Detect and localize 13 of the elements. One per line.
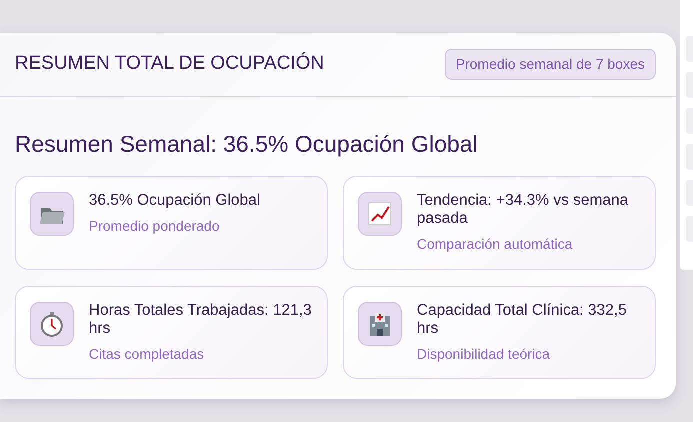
stat-title: Horas Totales Trabajadas: 121,3 hrs [89,302,313,338]
stat-title: Capacidad Total Clínica: 332,5 hrs [417,302,628,338]
stat-subtitle: Promedio ponderado [89,216,221,236]
info-badge: Promedio semanal de 7 boxes [444,49,656,80]
stat-title: Tendencia: +34.3% vs semana pasada [417,192,630,228]
stopwatch-icon [38,310,66,338]
card-title: RESUMEN TOTAL DE OCUPACIÓN [15,52,324,76]
stat-subtitle: Comparación automática [417,234,574,254]
stat-title: 36.5% Ocupación Global [89,192,260,210]
summary-heading: Resumen Semanal: 36.5% Ocupación Global [15,130,479,159]
stat-subtitle: Disponibilidad teórica [417,344,552,364]
stat-subtitle: Citas completadas [89,344,206,364]
line-chart-icon [366,200,394,228]
